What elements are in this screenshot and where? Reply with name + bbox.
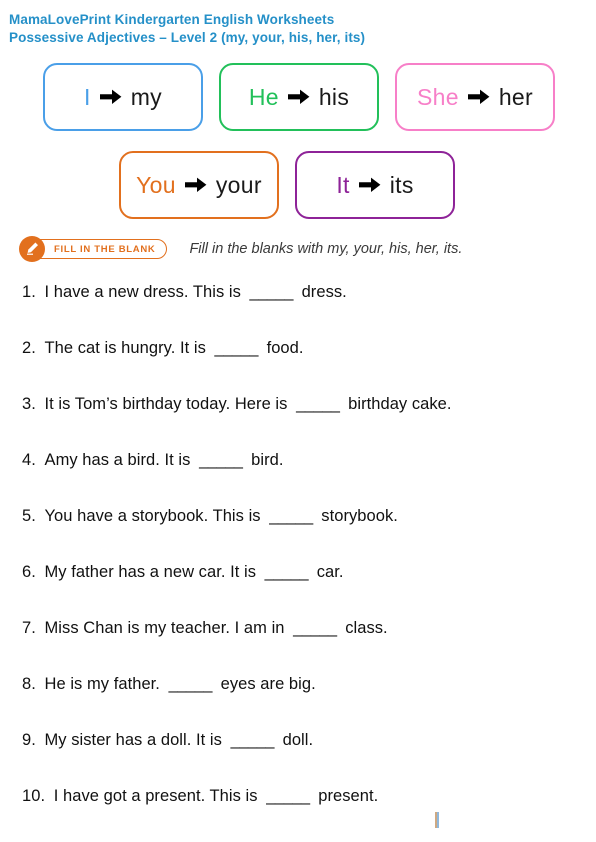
answer-blank[interactable]: _____ [169, 675, 213, 693]
question-text-before: He is my father. [44, 675, 160, 693]
question-text-before: You have a storybook. This is [44, 507, 261, 525]
pronoun-possessive: her [498, 83, 533, 110]
question-number: 9. [22, 731, 36, 749]
pronoun-box-it: It its [295, 151, 455, 219]
question-item: 7. Miss Chan is my teacher. I am in ____… [22, 617, 578, 673]
right-arrow-icon [287, 89, 310, 105]
answer-blank[interactable]: _____ [269, 507, 313, 525]
answer-blank[interactable]: _____ [265, 563, 309, 581]
right-arrow-icon [99, 89, 122, 105]
question-text-before: My sister has a doll. It is [44, 731, 222, 749]
pronoun-possessive: my [130, 83, 162, 110]
right-arrow-icon [184, 177, 207, 193]
pronoun-box-she: She her [395, 63, 555, 131]
page-title-line-1: MamaLovePrint Kindergarten English Works… [9, 12, 335, 27]
question-item: 10. I have got a present. This is _____ … [22, 785, 578, 841]
page-title: MamaLovePrint Kindergarten English Works… [9, 11, 365, 47]
question-item: 8. He is my father. _____ eyes are big. [22, 673, 578, 729]
question-text-before: It is Tom’s birthday today. Here is [44, 395, 288, 413]
question-text-after: doll. [282, 731, 314, 749]
question-number: 7. [22, 619, 36, 637]
question-number: 2. [22, 339, 36, 357]
pronoun-box-he: He his [219, 63, 379, 131]
question-text-before: Amy has a bird. It is [44, 451, 191, 469]
pronoun-box-row-1: I my He his She her [43, 63, 555, 131]
answer-blank[interactable]: _____ [199, 451, 243, 469]
instruction-strip: FILL IN THE BLANK Fill in the blanks wit… [19, 236, 462, 262]
question-text-after: car. [316, 563, 344, 581]
question-text-after: storybook. [321, 507, 398, 525]
question-item: 6. My father has a new car. It is _____ … [22, 561, 578, 617]
pronoun-box-you: You your [119, 151, 279, 219]
question-text-after: bird. [251, 451, 284, 469]
question-text-before: Miss Chan is my teacher. I am in [44, 619, 285, 637]
question-text-before: The cat is hungry. It is [44, 339, 206, 357]
answer-blank[interactable]: _____ [231, 731, 275, 749]
pronoun-subject: It [336, 171, 350, 198]
question-number: 3. [22, 395, 36, 413]
answer-blank[interactable]: _____ [215, 339, 259, 357]
answer-blank[interactable]: _____ [250, 283, 294, 301]
question-number: 4. [22, 451, 36, 469]
question-item: 2. The cat is hungry. It is _____ food. [22, 337, 578, 393]
badge-label: FILL IN THE BLANK [54, 243, 156, 255]
pronoun-box-i: I my [43, 63, 203, 131]
question-list: 1. I have a new dress. This is _____ dre… [22, 281, 578, 841]
badge-pill: FILL IN THE BLANK [27, 239, 168, 259]
page-title-line-2: Possessive Adjectives – Level 2 (my, you… [9, 29, 366, 45]
question-number: 10. [22, 787, 46, 805]
pencil-icon [19, 236, 45, 262]
pronoun-subject: You [136, 171, 176, 198]
right-arrow-icon [358, 177, 381, 193]
question-text-after: present. [318, 787, 379, 805]
question-number: 5. [22, 507, 36, 525]
question-text-before: I have got a present. This is [53, 787, 258, 805]
question-text-after: birthday cake. [348, 395, 452, 413]
fill-in-the-blank-badge: FILL IN THE BLANK [19, 236, 168, 262]
pronoun-possessive: his [318, 83, 350, 110]
question-text-before: My father has a new car. It is [44, 563, 257, 581]
question-number: 6. [22, 563, 36, 581]
question-text-after: food. [266, 339, 304, 357]
answer-blank[interactable]: _____ [296, 395, 340, 413]
question-text-after: dress. [301, 283, 347, 301]
question-text-before: I have a new dress. This is [44, 283, 241, 301]
pronoun-possessive: your [215, 171, 262, 198]
right-arrow-icon [467, 89, 490, 105]
question-text-after: class. [345, 619, 388, 637]
question-number: 1. [22, 283, 36, 301]
pronoun-subject: She [417, 83, 459, 110]
pronoun-possessive: its [389, 171, 414, 198]
question-number: 8. [22, 675, 36, 693]
answer-blank[interactable]: _____ [293, 619, 337, 637]
question-item: 4. Amy has a bird. It is _____ bird. [22, 449, 578, 505]
question-item: 3. It is Tom’s birthday today. Here is _… [22, 393, 578, 449]
question-text-after: eyes are big. [220, 675, 316, 693]
page-footer-mark [435, 812, 439, 828]
question-item: 1. I have a new dress. This is _____ dre… [22, 281, 578, 337]
pronoun-subject: He [248, 83, 279, 110]
answer-blank[interactable]: _____ [266, 787, 310, 805]
pronoun-subject: I [84, 83, 91, 110]
pronoun-box-row-2: You your It its [119, 151, 455, 219]
instruction-text: Fill in the blanks with my, your, his, h… [189, 241, 463, 257]
question-item: 9. My sister has a doll. It is _____ dol… [22, 729, 578, 785]
question-item: 5. You have a storybook. This is _____ s… [22, 505, 578, 561]
